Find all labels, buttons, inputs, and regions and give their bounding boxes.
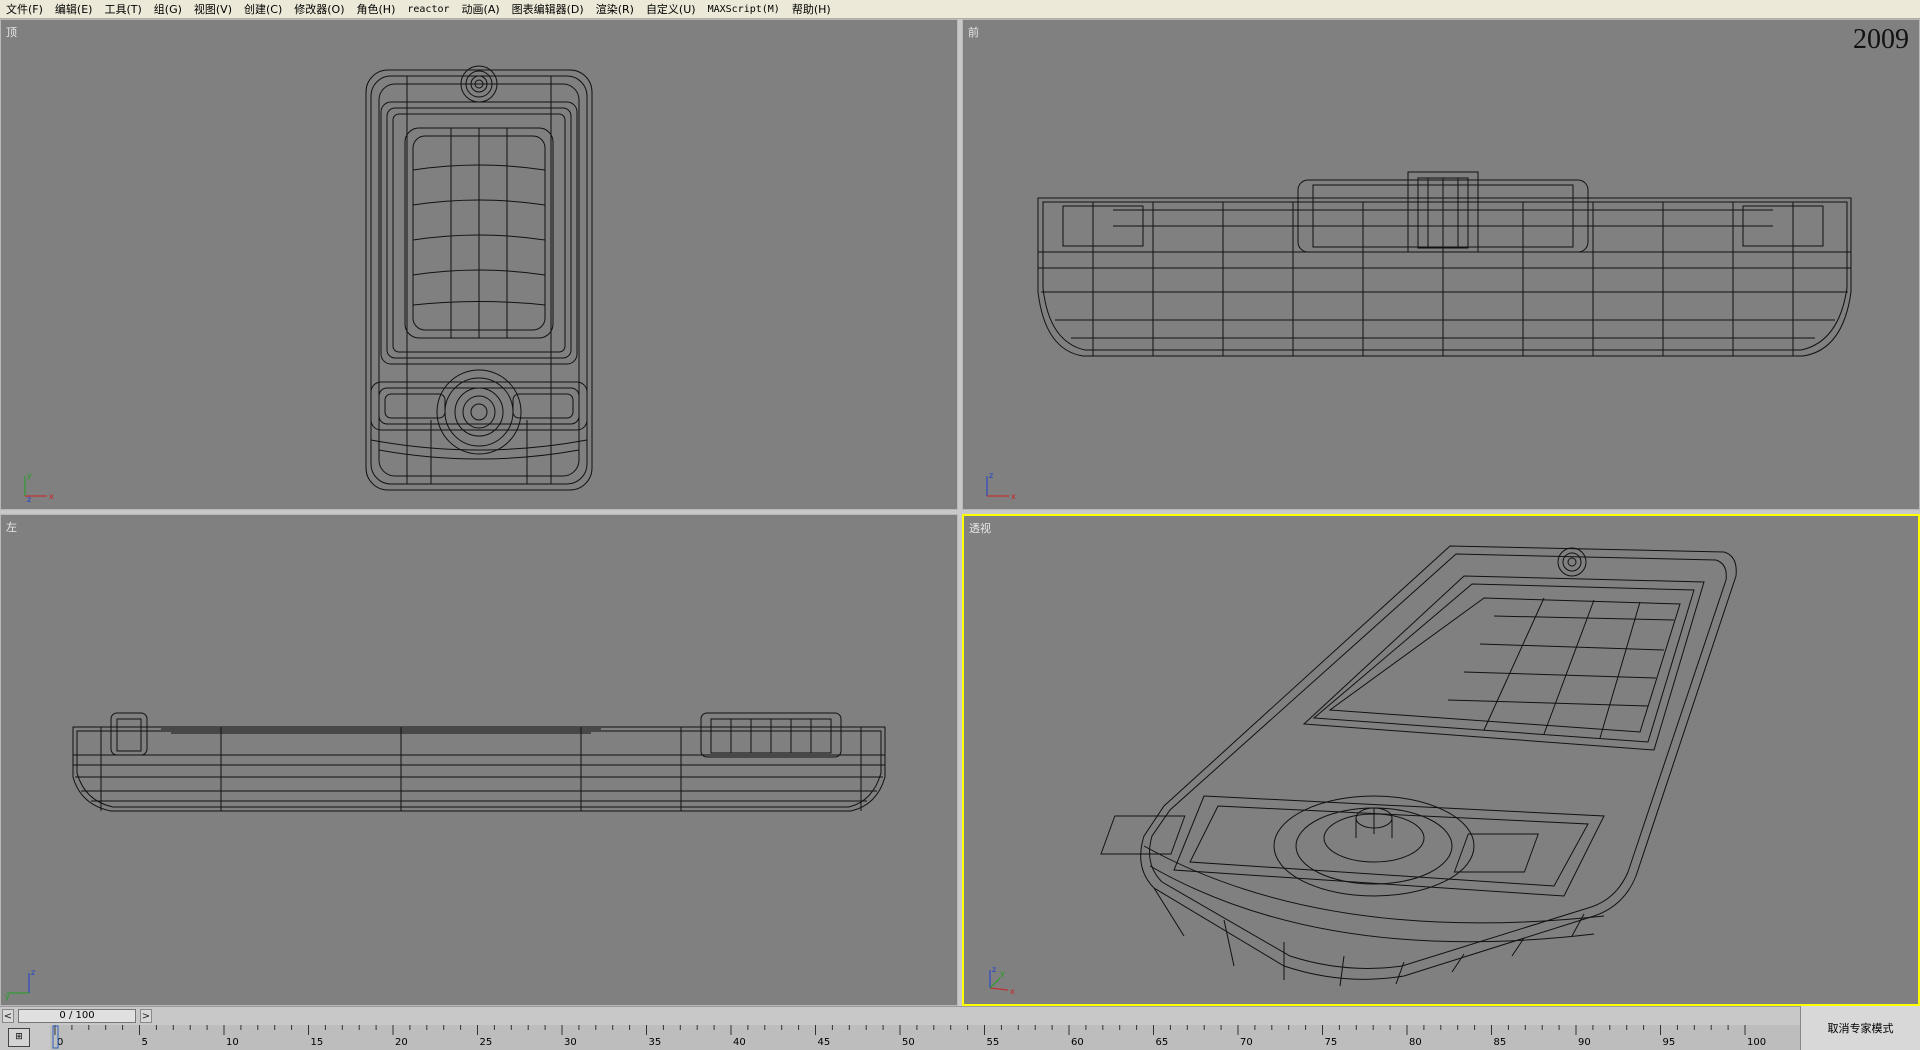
ruler-label: 15 <box>311 1037 324 1048</box>
menu-modifiers[interactable]: 修改器(O) <box>288 1 350 17</box>
time-slider[interactable]: < 0 / 100 > <box>0 1006 1920 1025</box>
svg-text:y: y <box>5 992 10 1001</box>
axis-gizmo: z y <box>5 968 35 1001</box>
svg-text:z: z <box>27 495 31 504</box>
menu-bar: 文件(F) 编辑(E) 工具(T) 组(G) 视图(V) 创建(C) 修改器(O… <box>0 0 1920 19</box>
time-slider-next-button[interactable]: > <box>140 1009 152 1023</box>
axis-gizmo: z x y <box>989 965 1015 996</box>
svg-text:x: x <box>1011 492 1016 501</box>
ruler-label: 100 <box>1747 1037 1766 1048</box>
menu-customize[interactable]: 自定义(U) <box>640 1 702 17</box>
svg-text:z: z <box>31 968 35 977</box>
menu-group[interactable]: 组(G) <box>148 1 188 17</box>
phone-wireframe-top <box>365 65 593 491</box>
ruler-label: 65 <box>1156 1037 1169 1048</box>
viewport-front[interactable]: 前 2009 z x <box>962 19 1920 510</box>
ruler-label: 35 <box>649 1037 662 1048</box>
ruler-label: 95 <box>1663 1037 1676 1048</box>
menu-animation[interactable]: 动画(A) <box>456 1 506 17</box>
viewport-left[interactable]: 左 z y <box>0 514 958 1006</box>
axis-gizmo: y x z <box>24 471 54 504</box>
track-bar-curve-editor-icon[interactable]: ⊞ <box>8 1028 30 1047</box>
ruler-label: 25 <box>480 1037 493 1048</box>
phone-wireframe-left <box>72 712 886 812</box>
ruler-label: 55 <box>987 1037 1000 1048</box>
ruler-label: 10 <box>226 1037 239 1048</box>
svg-text:y: y <box>27 471 32 480</box>
ruler-label: 5 <box>142 1037 148 1048</box>
menu-views[interactable]: 视图(V) <box>188 1 238 17</box>
menu-rendering[interactable]: 渲染(R) <box>590 1 640 17</box>
time-slider-prev-button[interactable]: < <box>2 1009 14 1023</box>
menu-edit[interactable]: 编辑(E) <box>49 1 99 17</box>
menu-maxscript[interactable]: MAXScript(M) <box>702 4 786 15</box>
menu-create[interactable]: 创建(C) <box>238 1 288 17</box>
ruler-label: 30 <box>564 1037 577 1048</box>
ruler-label: 40 <box>733 1037 746 1048</box>
ruler-label: 50 <box>902 1037 915 1048</box>
menu-tools[interactable]: 工具(T) <box>98 1 147 17</box>
ruler-label: 20 <box>395 1037 408 1048</box>
ruler-label: 45 <box>818 1037 831 1048</box>
ruler-label: 85 <box>1494 1037 1507 1048</box>
phone-wireframe-front <box>1037 171 1852 357</box>
ruler-label: 60 <box>1071 1037 1084 1048</box>
viewport-perspective[interactable]: 透视 z x y <box>962 514 1920 1006</box>
time-slider-thumb[interactable]: 0 / 100 <box>18 1009 136 1023</box>
menu-file[interactable]: 文件(F) <box>0 1 49 17</box>
svg-text:z: z <box>989 471 993 480</box>
svg-text:y: y <box>1000 969 1005 978</box>
menu-graph-editors[interactable]: 图表编辑器(D) <box>506 1 590 17</box>
phone-wireframe-perspective <box>1100 545 1737 987</box>
axis-gizmo: z x <box>986 471 1016 501</box>
svg-text:z: z <box>992 965 996 974</box>
ruler-label: 75 <box>1325 1037 1338 1048</box>
track-bar[interactable]: ⊞ 0 5 10 15 20 25 30 35 40 45 50 55 60 65 70 75 80 85 90 95… <box>0 1025 1920 1050</box>
svg-text:x: x <box>1010 987 1015 996</box>
frame-ruler[interactable]: 0 5 10 15 20 25 30 35 40 45 50 55 60 65 70 75 80 85 90 95 10… <box>50 1025 1800 1050</box>
viewport-top[interactable]: 顶 y x z <box>0 19 958 510</box>
ruler-label: 80 <box>1409 1037 1422 1048</box>
cancel-expert-mode-button[interactable]: 取消专家模式 <box>1800 1006 1920 1050</box>
svg-text:x: x <box>49 492 54 501</box>
ruler-label: 90 <box>1578 1037 1591 1048</box>
ruler-label: 70 <box>1240 1037 1253 1048</box>
menu-reactor[interactable]: reactor <box>401 4 455 15</box>
menu-help[interactable]: 帮助(H) <box>786 1 837 17</box>
menu-character[interactable]: 角色(H) <box>351 1 402 17</box>
